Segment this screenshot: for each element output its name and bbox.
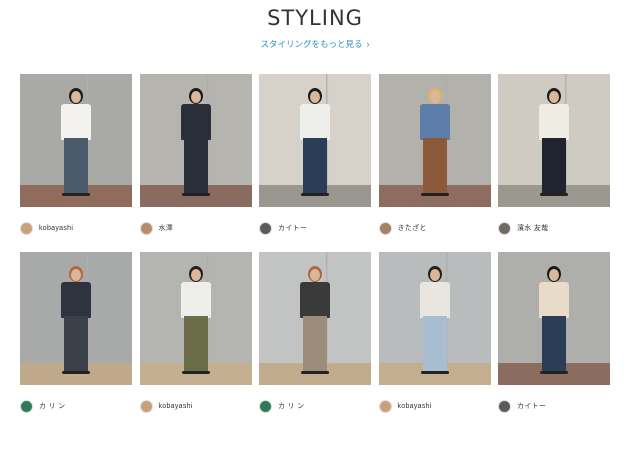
styling-photo[interactable] [378, 252, 491, 385]
styling-user[interactable]: kobayashi [20, 221, 132, 235]
styling-user[interactable]: kobayashi [378, 399, 491, 413]
section-title: STYLING [267, 6, 363, 30]
styling-user[interactable]: 水澤 [139, 221, 252, 235]
username: カイトー [278, 225, 308, 232]
avatar [259, 399, 272, 413]
styling-card[interactable]: カイトー [498, 252, 610, 430]
styling-user[interactable]: カ リ ン [259, 399, 371, 413]
styling-user[interactable]: カ リ ン [20, 399, 132, 413]
username: カ リ ン [278, 403, 305, 410]
username: きたざと [397, 225, 427, 232]
avatar [498, 399, 511, 413]
username: カ リ ン [39, 403, 66, 410]
avatar [139, 221, 153, 235]
avatar [139, 399, 153, 413]
styling-card[interactable]: kobayashi [20, 74, 132, 252]
styling-header: STYLING スタイリングをもっと見る › [0, 6, 630, 52]
username: 濱水 友哉 [517, 225, 549, 232]
styling-photo[interactable] [259, 252, 371, 385]
avatar [20, 399, 33, 413]
username: 水澤 [158, 225, 174, 232]
styling-user[interactable]: きたざと [378, 221, 491, 235]
styling-user[interactable]: kobayashi [139, 399, 252, 413]
styling-card[interactable]: きたざと [378, 74, 491, 252]
username: カイトー [517, 403, 547, 410]
styling-card[interactable]: kobayashi [378, 252, 491, 430]
see-more-styling-link[interactable]: スタイリングをもっと見る › [260, 38, 369, 50]
styling-photo[interactable] [498, 252, 610, 385]
styling-card[interactable]: 濱水 友哉 [498, 74, 610, 252]
styling-photo[interactable] [378, 74, 491, 207]
styling-photo[interactable] [498, 74, 610, 207]
styling-photo[interactable] [139, 74, 252, 207]
avatar [378, 221, 392, 235]
styling-photo[interactable] [20, 74, 132, 207]
username: kobayashi [39, 224, 74, 232]
styling-user[interactable]: カイトー [498, 399, 610, 413]
styling-photo[interactable] [20, 252, 132, 385]
avatar [259, 221, 272, 235]
username: kobayashi [158, 402, 193, 410]
avatar [378, 399, 392, 413]
styling-card[interactable]: カイトー [259, 74, 371, 252]
chevron-right-icon: › [366, 39, 370, 49]
see-more-label: スタイリングをもっと見る [260, 39, 363, 49]
styling-user[interactable]: カイトー [259, 221, 371, 235]
styling-card[interactable]: 水澤 [139, 74, 252, 252]
styling-user[interactable]: 濱水 友哉 [498, 221, 610, 235]
styling-photo[interactable] [139, 252, 252, 385]
styling-card[interactable]: カ リ ン [259, 252, 371, 430]
avatar [498, 221, 511, 235]
username: kobayashi [397, 402, 432, 410]
avatar [20, 221, 33, 235]
styling-card[interactable]: kobayashi [139, 252, 252, 430]
styling-grid: kobayashi 水澤 カイトー きたざと 濱水 友哉カ リ ン kobayashi カ … [20, 74, 612, 430]
styling-card[interactable]: カ リ ン [20, 252, 132, 430]
styling-photo[interactable] [259, 74, 371, 207]
